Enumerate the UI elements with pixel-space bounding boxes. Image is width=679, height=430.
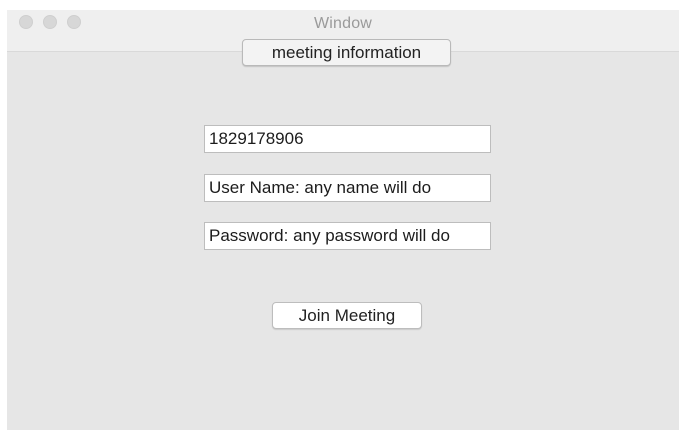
window-title: Window xyxy=(313,15,373,32)
password-input[interactable] xyxy=(204,222,491,250)
meeting-id-input[interactable] xyxy=(204,125,491,153)
join-meeting-button[interactable]: Join Meeting xyxy=(272,302,422,329)
tab-meeting-information[interactable]: meeting information xyxy=(242,39,451,66)
username-input[interactable] xyxy=(204,174,491,202)
app-window: Window meeting information Join Meeting xyxy=(7,10,679,430)
